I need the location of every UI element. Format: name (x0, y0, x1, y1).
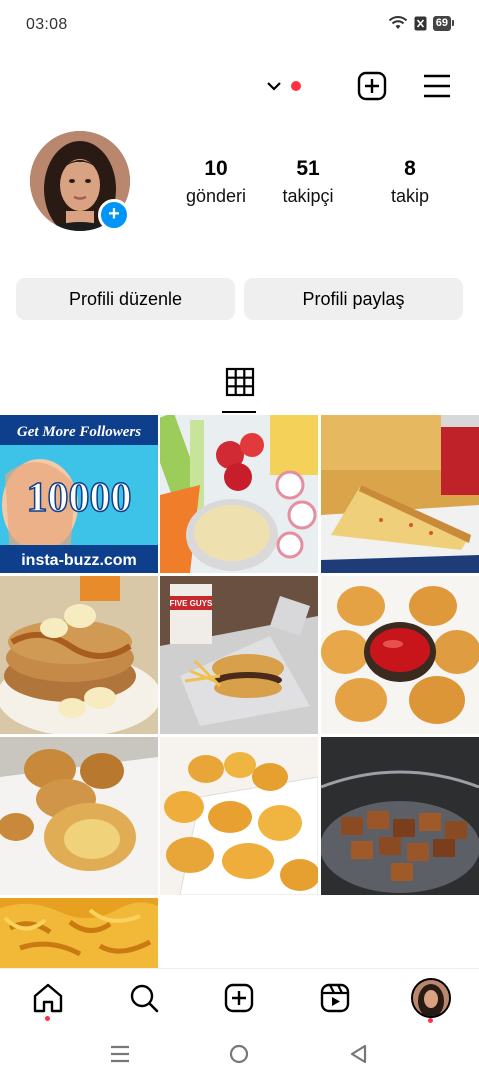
stat-followers-label: takipçi (282, 186, 334, 206)
search-icon[interactable] (127, 981, 161, 1015)
profile-avatar-nav[interactable] (411, 978, 451, 1018)
battery-icon: 69 (432, 15, 455, 31)
post-mac-and-cheese[interactable] (0, 898, 158, 968)
ad-number: 10000 (27, 475, 132, 521)
post-caramel-cubes[interactable] (321, 737, 479, 895)
menu-icon[interactable] (421, 70, 453, 102)
stat-following-label: takip (390, 186, 430, 206)
edit-profile-button[interactable]: Profili düzenle (16, 278, 235, 320)
account-switcher[interactable] (266, 74, 306, 98)
stat-posts-label: gönderi (185, 186, 247, 206)
home-circle-icon[interactable] (228, 1043, 250, 1065)
grid-tab-indicator (222, 411, 256, 413)
post-chicken-nuggets[interactable] (160, 737, 318, 895)
home-notification-dot (45, 1016, 50, 1021)
post-burger-fries[interactable]: FIVE GUYS (160, 576, 318, 734)
stat-followers-value: 51 (296, 157, 320, 180)
profile-notification-dot (428, 1018, 433, 1023)
wifi-icon (388, 16, 407, 29)
reels-icon[interactable] (318, 981, 352, 1015)
no-sim-icon (414, 16, 427, 30)
system-nav-bar (0, 1028, 479, 1080)
status-time: 03:08 (26, 16, 68, 33)
cup-brand-text: FIVE GUYS (170, 599, 213, 608)
create-plus-icon[interactable] (356, 70, 388, 102)
post-pizza-slice[interactable] (321, 415, 479, 573)
stat-following[interactable]: 8 takip (360, 157, 460, 207)
ad-url: insta-buzz.com (21, 552, 137, 569)
post-vegetables-hummus[interactable] (160, 415, 318, 573)
post-pancakes-banana[interactable] (0, 576, 158, 734)
post-fried-balls[interactable] (0, 737, 158, 895)
create-icon[interactable] (222, 981, 256, 1015)
grid-tab-icon[interactable] (222, 364, 258, 414)
status-icons: 69 (388, 15, 455, 31)
stat-following-value: 8 (404, 157, 416, 180)
notification-dot (291, 81, 301, 91)
profile-top-bar (0, 60, 479, 112)
stat-posts[interactable]: 10 gönderi (166, 157, 266, 207)
chevron-down-icon (267, 82, 281, 91)
post-nuggets-ketchup[interactable] (321, 576, 479, 734)
profile-stats: 10 gönderi 51 takipçi 8 takip (160, 157, 460, 217)
status-bar: 03:08 69 (0, 0, 479, 52)
stat-posts-value: 10 (204, 157, 228, 180)
back-triangle-icon[interactable] (348, 1043, 370, 1065)
add-story-button[interactable]: + (98, 199, 130, 231)
recent-apps-icon[interactable] (109, 1043, 131, 1065)
stat-followers[interactable]: 51 takipçi (258, 157, 358, 207)
bottom-nav (0, 968, 479, 1026)
post-followers-ad[interactable]: Get More Followers 10000 insta-buzz.com (0, 415, 158, 573)
home-icon[interactable] (31, 981, 65, 1015)
ad-headline: Get More Followers (17, 424, 141, 440)
share-profile-button[interactable]: Profili paylaş (244, 278, 463, 320)
